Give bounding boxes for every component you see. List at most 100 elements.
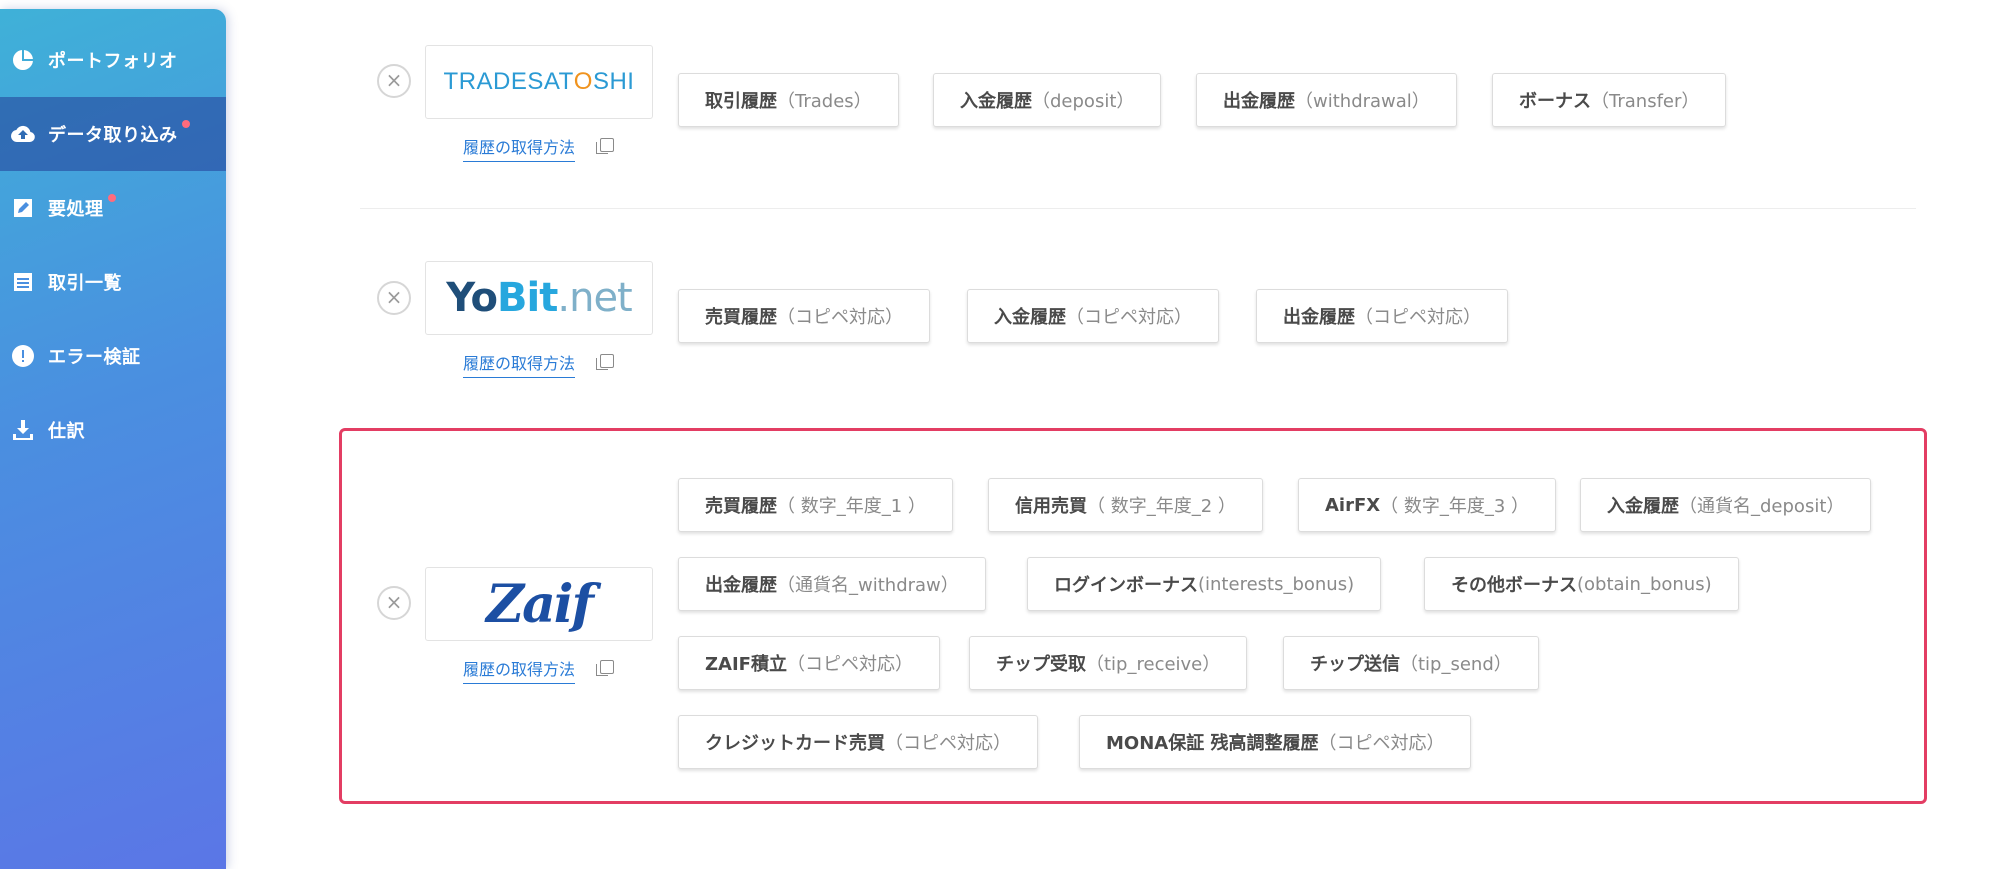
button-sublabel: （ 数字_年度_3 ） <box>1380 496 1530 517</box>
external-link-icon <box>596 138 614 154</box>
yobit-logo: YoBit.net <box>446 275 632 321</box>
button-label: 入金履歴 <box>994 307 1066 328</box>
exchange-logo-yobit: YoBit.net <box>425 261 653 335</box>
howto-link[interactable]: 履歴の取得方法 <box>463 656 576 684</box>
button-sublabel: （コピペ対応） <box>777 307 903 328</box>
button-label: 入金履歴 <box>1607 496 1679 517</box>
logo-text: SHI <box>592 68 635 95</box>
sidebar-item-label: ポートフォリオ <box>48 51 178 72</box>
import-button[interactable]: 売買履歴（ 数字_年度_1 ） <box>678 478 953 532</box>
import-button[interactable]: ZAIF積立 （コピペ対応） <box>678 636 940 690</box>
button-sublabel: （ 数字_年度_2 ） <box>1087 496 1236 517</box>
button-label: ログインボーナス <box>1054 575 1198 596</box>
button-sublabel: （Transfer） <box>1591 91 1700 112</box>
button-label: クレジットカード売買 <box>705 733 885 754</box>
logo-text: .net <box>557 275 632 321</box>
button-sublabel: （tip_send） <box>1400 654 1512 675</box>
button-sublabel: （通貨名_deposit） <box>1679 496 1845 517</box>
import-button[interactable]: 出金履歴 （コピペ対応） <box>1256 289 1508 343</box>
import-button[interactable]: 入金履歴 （deposit） <box>933 73 1162 127</box>
import-button[interactable]: その他ボーナス (obtain_bonus) <box>1424 557 1739 611</box>
button-sublabel: （コピペ対応） <box>885 733 1011 754</box>
row-divider <box>360 208 1916 209</box>
import-button[interactable]: MONA保証 残高調整履歴 （コピペ対応） <box>1079 715 1472 769</box>
sidebar-item-label: 仕訳 <box>48 421 85 442</box>
import-button[interactable]: 売買履歴 （コピペ対応） <box>678 289 930 343</box>
exchange-logo-zaif: Zaif <box>425 567 653 641</box>
button-label: 売買履歴 <box>705 307 777 328</box>
button-sublabel: （コピペ対応） <box>1355 307 1481 328</box>
button-label: AirFX <box>1325 494 1381 516</box>
button-label: 信用売買 <box>1015 496 1087 517</box>
button-label: ボーナス <box>1519 91 1591 112</box>
remove-exchange-button[interactable]: × <box>377 64 411 98</box>
sidebar: ポートフォリオ データ取り込み 要処理 取引一覧 エラー検証 仕訳 <box>0 9 226 869</box>
sidebar-item-pending[interactable]: 要処理 <box>0 171 226 245</box>
logo-text: Bit <box>497 275 558 321</box>
sidebar-item-data-import[interactable]: データ取り込み <box>0 97 226 171</box>
button-label: 出金履歴 <box>1283 307 1355 328</box>
button-sublabel: (interests_bonus) <box>1198 573 1355 595</box>
button-label: ZAIF積立 <box>705 654 787 675</box>
import-button[interactable]: 出金履歴 （withdrawal） <box>1196 73 1457 127</box>
sidebar-item-portfolio[interactable]: ポートフォリオ <box>0 23 226 97</box>
button-sublabel: （deposit） <box>1032 91 1135 112</box>
notification-dot <box>107 194 116 202</box>
button-sublabel: （コピペ対応） <box>1318 733 1445 754</box>
button-sublabel: （Trades） <box>777 91 872 112</box>
import-button[interactable]: ボーナス （Transfer） <box>1492 73 1727 127</box>
howto-link[interactable]: 履歴の取得方法 <box>463 134 576 162</box>
button-label: MONA保証 残高調整履歴 <box>1106 733 1319 754</box>
button-sublabel: （ 数字_年度_1 ） <box>777 496 926 517</box>
button-label: 出金履歴 <box>705 575 777 596</box>
import-button[interactable]: 出金履歴 （通貨名_withdraw） <box>678 557 986 611</box>
import-button[interactable]: 信用売買（ 数字_年度_2 ） <box>988 478 1263 532</box>
button-sublabel: (obtain_bonus) <box>1577 573 1712 595</box>
button-label: チップ送信 <box>1310 654 1400 675</box>
logo-text: O <box>573 68 593 95</box>
button-sublabel: （通貨名_withdraw） <box>777 575 959 596</box>
logo-text: Yo <box>446 275 498 321</box>
sidebar-item-journal[interactable]: 仕訳 <box>0 393 226 467</box>
external-link-icon <box>596 354 614 370</box>
button-label: 入金履歴 <box>960 91 1032 112</box>
sidebar-item-error-check[interactable]: エラー検証 <box>0 319 226 393</box>
import-button[interactable]: チップ送信 （tip_send） <box>1283 636 1539 690</box>
button-sublabel: （コピペ対応） <box>786 654 913 675</box>
import-button[interactable]: 入金履歴 （コピペ対応） <box>967 289 1219 343</box>
download-icon <box>10 417 36 443</box>
remove-exchange-button[interactable]: × <box>377 281 411 315</box>
list-icon <box>10 269 36 295</box>
import-button[interactable]: 入金履歴 （通貨名_deposit） <box>1580 478 1872 532</box>
sidebar-item-label: データ取り込み <box>48 125 178 146</box>
howto-link[interactable]: 履歴の取得方法 <box>463 350 576 378</box>
import-button[interactable]: 取引履歴 （Trades） <box>678 73 899 127</box>
button-sublabel: （withdrawal） <box>1295 91 1430 112</box>
edit-icon <box>10 195 36 221</box>
import-button[interactable]: クレジットカード売買 （コピペ対応） <box>678 715 1038 769</box>
zaif-logo: Zaif <box>486 573 594 635</box>
import-button[interactable]: AirFX （ 数字_年度_3 ） <box>1298 478 1557 532</box>
sidebar-item-label: 取引一覧 <box>48 273 122 294</box>
button-label: 出金履歴 <box>1223 91 1295 112</box>
alert-icon <box>10 343 36 369</box>
button-label: その他ボーナス <box>1451 575 1577 596</box>
sidebar-item-transactions[interactable]: 取引一覧 <box>0 245 226 319</box>
button-sublabel: （コピペ対応） <box>1066 307 1192 328</box>
button-label: 売買履歴 <box>705 496 777 517</box>
button-label: 取引履歴 <box>705 91 777 112</box>
sidebar-item-label: 要処理 <box>48 199 104 220</box>
notification-dot <box>181 120 190 128</box>
cloud-upload-icon <box>10 121 36 147</box>
sidebar-item-label: エラー検証 <box>48 347 141 368</box>
tradesatoshi-logo: TRADESAT O SHI <box>444 68 635 96</box>
pie-chart-icon <box>10 47 36 73</box>
import-button[interactable]: チップ受取 （tip_receive） <box>969 636 1248 690</box>
remove-exchange-button[interactable]: × <box>377 586 411 620</box>
button-label: チップ受取 <box>996 654 1086 675</box>
button-sublabel: （tip_receive） <box>1086 654 1221 675</box>
exchange-logo-tradesatoshi: TRADESAT O SHI <box>425 45 653 119</box>
logo-text: TRADESAT <box>443 68 574 95</box>
import-button[interactable]: ログインボーナス (interests_bonus) <box>1027 557 1382 611</box>
external-link-icon <box>596 660 614 676</box>
